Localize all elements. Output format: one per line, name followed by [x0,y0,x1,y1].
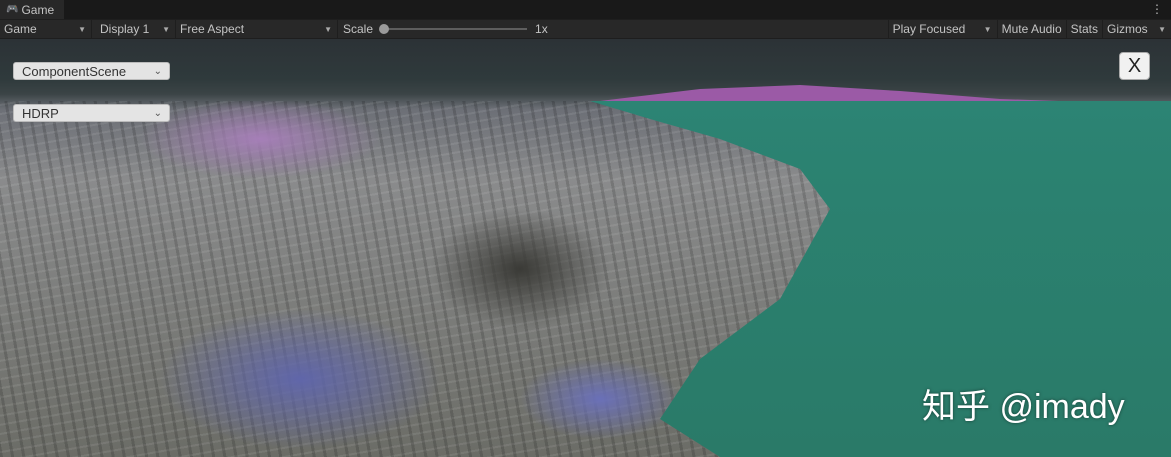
scale-slider-handle[interactable] [379,24,390,34]
more-options-icon[interactable]: ⋮ [1151,2,1163,16]
display-label: Display 1 [100,22,150,36]
mute-audio-label: Mute Audio [1001,22,1062,36]
tab-game[interactable]: 🎮 Game [0,0,64,19]
gizmos-dropdown[interactable]: Gizmos ▼ [1103,20,1171,39]
display-dropdown[interactable]: Display 1 ▼ [92,19,176,39]
dropdown-arrow-icon: ▼ [983,24,992,34]
chevron-down-icon: ⌄ [153,107,162,119]
dropdown-arrow-icon: ▼ [78,24,86,34]
pipeline-dropdown-label: HDRP [22,105,59,121]
scale-value: 1x [535,22,548,36]
close-button[interactable]: X [1119,52,1150,80]
gizmos-label: Gizmos [1107,22,1148,36]
tab-title: Game [21,2,55,17]
scene-dropdown[interactable]: ComponentScene ⌄ [13,62,170,80]
game-toolbar: Game ▼ Display 1 ▼ Free Aspect ▼ Scale 1x P… [0,19,1171,39]
aspect-label: Free Aspect [180,22,245,36]
mode-dropdown[interactable]: Game ▼ [0,19,92,39]
gamepad-icon: 🎮 [6,4,19,15]
play-focused-label: Play Focused [892,22,966,36]
mute-audio-button[interactable]: Mute Audio [998,19,1067,39]
play-focused-dropdown[interactable]: Play Focused ▼ [887,19,998,39]
watermark: 知乎 @imady [922,388,1125,426]
chevron-down-icon: ⌄ [153,65,162,77]
scale-control: Scale 1x [338,20,878,39]
mode-label: Game [4,22,37,36]
dropdown-arrow-icon: ▼ [162,24,170,34]
dropdown-arrow-icon: ▼ [324,24,332,34]
stats-label: Stats [1070,22,1098,36]
scale-label: Scale [343,22,374,36]
scale-slider[interactable] [379,24,528,34]
dropdown-arrow-icon: ▼ [1158,24,1166,34]
pipeline-dropdown[interactable]: HDRP ⌄ [13,104,170,122]
stats-button[interactable]: Stats [1067,19,1103,39]
scene-dropdown-label: ComponentScene [22,63,127,79]
tab-bar: 🎮 Game ⋮ [0,0,1171,19]
aspect-dropdown[interactable]: Free Aspect ▼ [176,19,338,39]
game-viewport[interactable]: ComponentScene ⌄ HDRP ⌄ X 知乎 @imady [0,39,1171,457]
